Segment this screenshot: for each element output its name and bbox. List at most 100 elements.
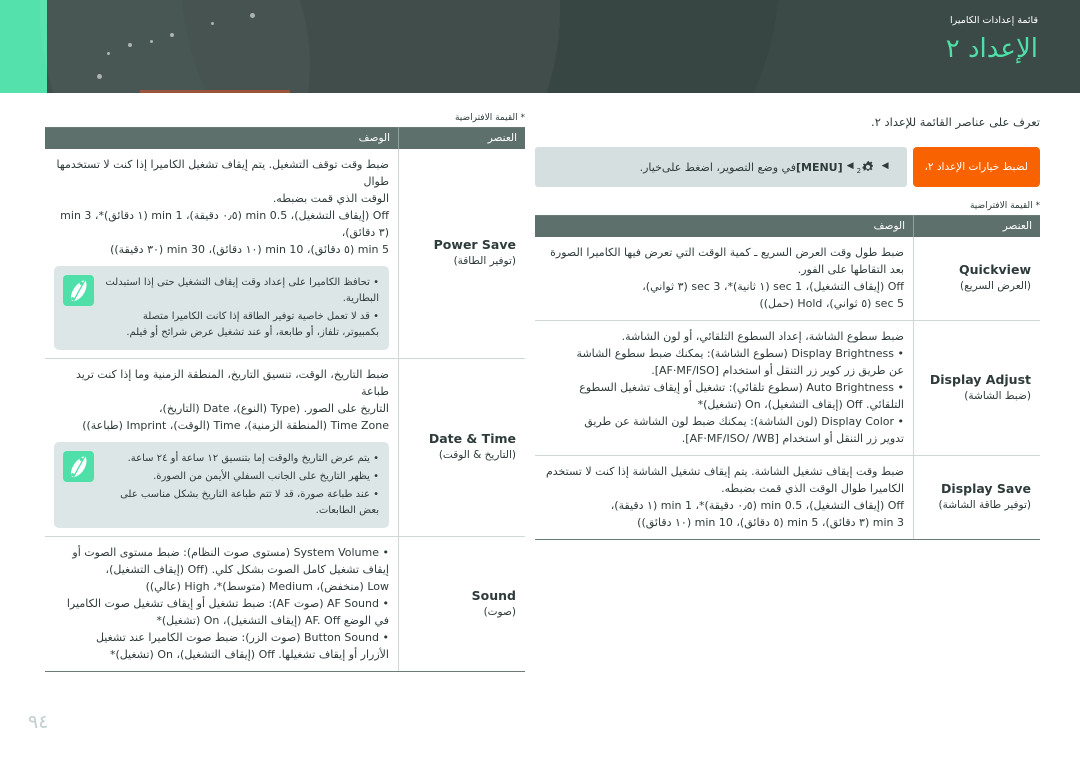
description-line: التاريخ على الصور. (Type (النوع)، Date (… bbox=[158, 402, 389, 415]
note-body: • تحافظ الكاميرا على إعداد وقت إيقاف الت… bbox=[103, 275, 379, 341]
header-dot bbox=[97, 74, 102, 79]
description-line: ضبط التاريخ، الوقت، تنسيق التاريخ، المنط… bbox=[75, 368, 389, 398]
menu-path-triangle-2: ◀ bbox=[846, 161, 854, 171]
setting-item-name-en: Display Save bbox=[941, 481, 1031, 496]
note-body: • يتم عرض التاريخ والوقت إما بتنسيق ١٢ س… bbox=[103, 451, 379, 519]
page-header: قائمة إعدادات الكاميرا الإعداد ٢ bbox=[0, 0, 1080, 93]
note-bullet: • قد لا تعمل خاصية توفير الطاقة إذا كانت… bbox=[126, 311, 379, 338]
header-dot bbox=[107, 52, 110, 55]
setting-item-cell: Quickview (العرض السريع) bbox=[913, 237, 1040, 321]
description-line: ضبط سطوع الشاشة، إعداد السطوع التلقائي، … bbox=[621, 330, 904, 343]
table-header-row: العنصر الوصف bbox=[45, 127, 525, 149]
header-dot bbox=[128, 43, 132, 47]
description-line: الكاميرا طوال الوقت الذي قمت بضبطه. bbox=[721, 482, 904, 495]
setting-item-name-ar: (صوت) bbox=[483, 605, 516, 618]
gear-icon: 2 bbox=[857, 160, 875, 175]
menu-path-prefix: في وضع التصوير، اضغط على bbox=[661, 160, 796, 174]
description-line: ضبط طول وقت العرض السريع ـ كمية الوقت ال… bbox=[550, 246, 904, 259]
setting-description-cell: • System Volume (مستوى صوت النظام): ضبط … bbox=[45, 536, 399, 672]
note-bullet: • يتم عرض التاريخ والوقت إما بتنسيق ١٢ س… bbox=[127, 453, 379, 464]
set-options-button[interactable]: لضبط خيارات الإعداد ٢، bbox=[912, 147, 1040, 187]
column-header-item: العنصر bbox=[398, 127, 525, 149]
settings-table-left: العنصر الوصف Power Save (توفير الطاقة) ضبط… bbox=[45, 127, 525, 672]
description-line: min 3 (٣ دقائق)، min 5 (٥ دقائق)، min 10… bbox=[637, 516, 904, 529]
table-row: Sound (صوت) • System Volume (مستوى صوت الن… bbox=[45, 536, 525, 672]
setting-item-name-ar: (التاريخ & الوقت) bbox=[438, 449, 516, 461]
menu-path-option: خيار. bbox=[639, 160, 662, 174]
table-row: Date & Time (التاريخ & الوقت) ضبط التاريخ،… bbox=[45, 358, 525, 537]
description-line: • AF Sound (صوت AF): ضبط تشغيل أو إيقاف … bbox=[66, 597, 389, 610]
setting-item-name-en: Quickview bbox=[959, 262, 1031, 277]
header-text-block: قائمة إعدادات الكاميرا الإعداد ٢ bbox=[946, 14, 1038, 66]
setting-description-cell: ضبط وقت توقف التشغيل. يتم إيقاف تشغيل ال… bbox=[45, 149, 399, 359]
description-line: Time Zone (المنطقة الزمنية)، Time (الوقت… bbox=[82, 419, 389, 432]
description-line: min 5 (٥ دقائق)، min 10 (١٠ دقائق)، min … bbox=[110, 243, 389, 256]
description-line: الأزرار أو إيقاف تشغيلها. Off (إيقاف الت… bbox=[109, 648, 389, 661]
header-decoration-arc-2 bbox=[40, 0, 560, 93]
description-line: • System Volume (مستوى صوت النظام): ضبط … bbox=[72, 546, 389, 559]
setting-item-cell: Sound (صوت) bbox=[398, 536, 525, 672]
menu-key-label: [MENU] bbox=[795, 160, 843, 174]
description-line: Low (منخفض)، Medium (متوسط)*، High (عالي… bbox=[145, 580, 389, 593]
note-bullet: • تحافظ الكاميرا على إعداد وقت إيقاف الت… bbox=[105, 277, 379, 304]
description-line: Off (إيقاف التشغيل)، min 0.5 (٠٫٥ دقيقة)… bbox=[60, 209, 389, 239]
header-accent-line bbox=[140, 90, 290, 93]
setting-item-cell: Date & Time (التاريخ & الوقت) bbox=[398, 358, 525, 537]
note-callout: • يتم عرض التاريخ والوقت إما بتنسيق ١٢ س… bbox=[54, 442, 389, 528]
description-line: في الوضع AF. Off (إيقاف التشغيل)، On (تش… bbox=[156, 614, 389, 627]
header-dot bbox=[170, 33, 174, 37]
description-line: ضبط وقت إيقاف تشغيل الشاشة. يتم إيقاف تش… bbox=[545, 465, 904, 478]
intro-text: تعرف على عناصر القائمة للإعداد ٢. bbox=[871, 115, 1040, 129]
gear-icon-subscript: 2 bbox=[856, 167, 862, 175]
description-line: • Button Sound (صوت الزر): ضبط صوت الكام… bbox=[95, 631, 389, 644]
setting-item-name-ar: (ضبط الشاشة) bbox=[964, 389, 1031, 402]
description-line: عن طريق زر كوير زر التنقل أو استخدام [AF… bbox=[651, 364, 904, 377]
description-line: الوقت الذي قمت بضبطه. bbox=[272, 192, 389, 205]
column-header-description: الوصف bbox=[535, 215, 914, 237]
menu-path-bar: لضبط خيارات الإعداد ٢، ◀ 2 ◀ [MENU] في و… bbox=[535, 147, 1040, 187]
note-callout: • تحافظ الكاميرا على إعداد وقت إيقاف الت… bbox=[54, 266, 389, 350]
description-line: تدوير زر التنقل أو استخدام [AF·MF/ISO/ /… bbox=[681, 432, 904, 445]
description-line: Off (إيقاف التشغيل)، sec 1 (١ ثانية)*، s… bbox=[642, 280, 904, 293]
table-row: Display Adjust (ضبط الشاشة) ضبط سطوع الشاش… bbox=[535, 320, 1040, 456]
column-header-item: العنصر bbox=[913, 215, 1040, 237]
right-column: تعرف على عناصر القائمة للإعداد ٢. لضبط خ… bbox=[535, 113, 1040, 540]
menu-path-description: ◀ 2 ◀ [MENU] في وضع التصوير، اضغط على خي… bbox=[535, 147, 907, 187]
setting-item-name-ar: (توفير طاقة الشاشة) bbox=[938, 499, 1031, 511]
default-value-footnote: * القيمة الافتراضية bbox=[969, 201, 1040, 211]
header-dot bbox=[150, 40, 153, 43]
page-number: ٩٤ bbox=[28, 711, 49, 733]
setting-description-cell: ضبط سطوع الشاشة، إعداد السطوع التلقائي، … bbox=[535, 320, 914, 456]
settings-table-right: العنصر الوصف Quickview (العرض السريع) ضبط … bbox=[535, 215, 1040, 540]
table-row: Display Save (توفير طاقة الشاشة) ضبط وقت إ… bbox=[535, 455, 1040, 540]
setting-item-name-ar: (توفير الطاقة) bbox=[453, 255, 516, 267]
pen-note-icon bbox=[63, 451, 94, 482]
setting-description-cell: ضبط وقت إيقاف تشغيل الشاشة. يتم إيقاف تش… bbox=[535, 455, 914, 540]
table-body-left: Power Save (توفير الطاقة) ضبط وقت توقف الت… bbox=[45, 149, 525, 672]
setting-description-cell: ضبط التاريخ، الوقت، تنسيق التاريخ، المنط… bbox=[45, 358, 399, 537]
description-line: • Display Color (لون الشاشة): يمكنك ضبط … bbox=[584, 415, 904, 428]
default-value-footnote: * القيمة الافتراضية bbox=[454, 113, 525, 123]
header-dot bbox=[211, 22, 214, 25]
table-row: Power Save (توفير الطاقة) ضبط وقت توقف الت… bbox=[45, 149, 525, 359]
table-header-row: العنصر الوصف bbox=[535, 215, 1040, 237]
setting-item-name-en: Display Adjust bbox=[929, 371, 1031, 387]
setting-item-name-ar: (العرض السريع) bbox=[960, 280, 1031, 292]
column-header-description: الوصف bbox=[45, 127, 399, 149]
header-dot bbox=[250, 13, 255, 18]
setting-item-cell: Display Save (توفير طاقة الشاشة) bbox=[913, 455, 1040, 540]
setting-item-cell: Display Adjust (ضبط الشاشة) bbox=[913, 320, 1040, 456]
setting-item-name-en: Date & Time bbox=[428, 431, 516, 446]
table-row: Quickview (العرض السريع) ضبط طول وقت العرض… bbox=[535, 237, 1040, 321]
setting-description-cell: ضبط طول وقت العرض السريع ـ كمية الوقت ال… bbox=[535, 237, 914, 321]
description-line: بعد التقاطها على الفور. bbox=[797, 263, 904, 276]
description-line: • Display Brightness (سطوع الشاشة): يمكن… bbox=[576, 347, 904, 360]
page-title: الإعداد ٢ bbox=[945, 34, 1038, 64]
description-line: إيقاف تشغيل كامل الصوت بشكل كلي. (Off (إ… bbox=[105, 563, 389, 576]
description-line: ضبط وقت توقف التشغيل. يتم إيقاف تشغيل ال… bbox=[56, 158, 389, 188]
table-body-right: Quickview (العرض السريع) ضبط طول وقت العرض… bbox=[535, 237, 1040, 540]
note-bullet: • يظهر التاريخ على الجانب السفلي الأيمن … bbox=[153, 471, 379, 482]
description-line: التلقائي. Off (إيقاف التشغيل)، On (تشغيل… bbox=[697, 398, 904, 411]
setting-item-name-en: Power Save bbox=[433, 237, 516, 252]
left-column: * القيمة الافتراضية العنصر الوصف Power S… bbox=[45, 113, 525, 672]
